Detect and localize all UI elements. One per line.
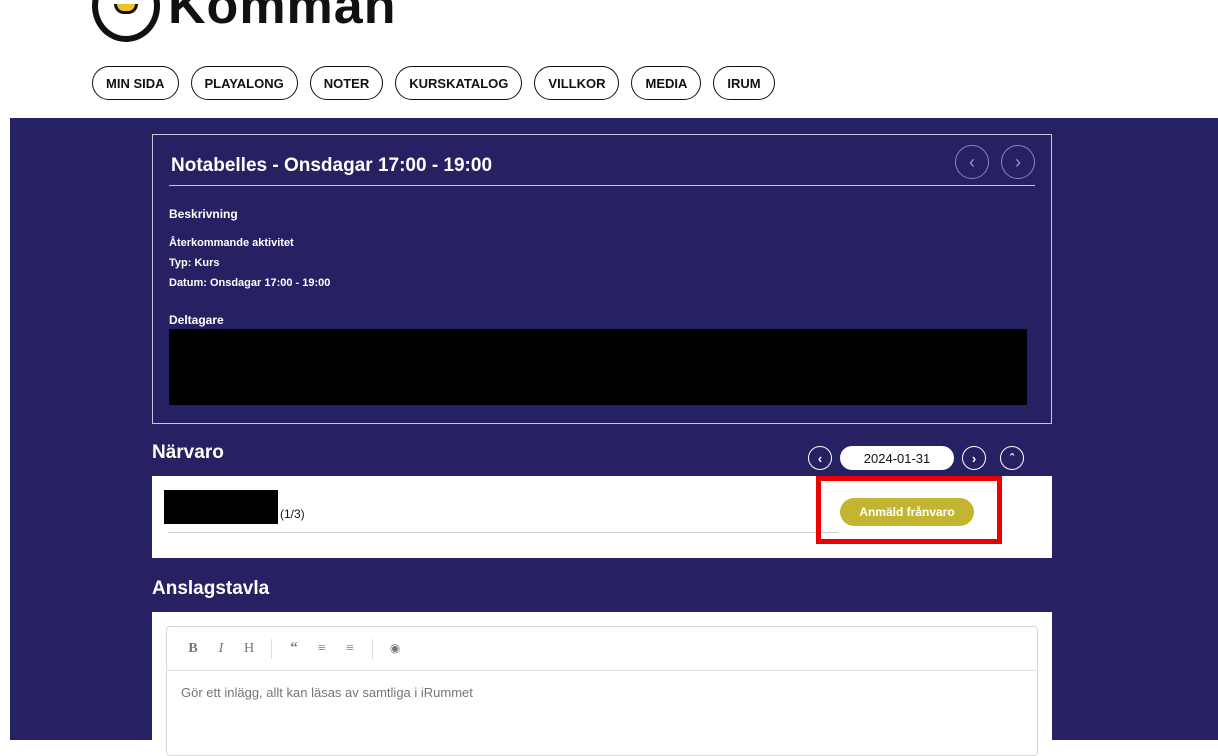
date-display[interactable]: 2024-01-31 xyxy=(840,446,954,470)
collapse-icon[interactable]: ˆ xyxy=(1000,446,1024,470)
participant-name-redacted xyxy=(164,490,278,524)
attendance-divider xyxy=(168,532,838,533)
chevron-right-icon[interactable]: › xyxy=(1001,145,1035,179)
event-nav: ‹ › xyxy=(955,145,1035,179)
editor-toolbar: B I H “ ≡ ≡ ◉ xyxy=(167,627,1037,671)
description-label: Beskrivning xyxy=(169,207,238,221)
post-input[interactable] xyxy=(167,671,1037,714)
recurring-text: Återkommande aktivitet xyxy=(169,237,294,249)
card-divider xyxy=(169,185,1035,186)
event-title: Notabelles - Onsdagar 17:00 - 19:00 xyxy=(171,155,493,176)
nav-noter[interactable]: NOTER xyxy=(309,66,384,100)
heading-icon[interactable]: H xyxy=(237,637,261,661)
toolbar-separator xyxy=(372,638,373,659)
main-nav: MIN SIDA PLAYALONG NOTER KURSKATALOG VIL… xyxy=(92,66,775,100)
date-text: Datum: Onsdagar 17:00 - 19:00 xyxy=(169,277,331,289)
toolbar-separator xyxy=(271,638,272,659)
post-editor: B I H “ ≡ ≡ ◉ xyxy=(166,626,1038,756)
italic-icon[interactable]: I xyxy=(209,637,233,661)
report-absence-button[interactable]: Anmäld frånvaro xyxy=(840,498,974,526)
date-navigator: ‹ 2024-01-31 › ˆ xyxy=(808,446,1024,470)
main-content: Notabelles - Onsdagar 17:00 - 19:00 ‹ › … xyxy=(10,118,1218,756)
logo-icon[interactable] xyxy=(92,0,160,42)
numbered-list-icon[interactable]: ≡ xyxy=(338,637,362,661)
attendance-panel: (1/3) Anmäld frånvaro xyxy=(152,476,1052,558)
bold-icon[interactable]: B xyxy=(181,637,205,661)
event-card: Notabelles - Onsdagar 17:00 - 19:00 ‹ › … xyxy=(152,134,1052,424)
nav-irum[interactable]: IRUM xyxy=(713,66,775,100)
header: Komman MIN SIDA PLAYALONG NOTER KURSKATA… xyxy=(0,0,1218,118)
board-title: Anslagstavla xyxy=(152,578,270,599)
nav-villkor[interactable]: VILLKOR xyxy=(534,66,620,100)
type-text: Typ: Kurs xyxy=(169,257,220,269)
participants-label: Deltagare xyxy=(169,313,224,327)
preview-eye-icon[interactable]: ◉ xyxy=(383,637,407,661)
nav-media[interactable]: MEDIA xyxy=(631,66,702,100)
attendance-title: Närvaro xyxy=(152,442,224,463)
next-date-icon[interactable]: › xyxy=(962,446,986,470)
nav-min-sida[interactable]: MIN SIDA xyxy=(92,66,179,100)
nav-playalong[interactable]: PLAYALONG xyxy=(190,66,298,100)
prev-date-icon[interactable]: ‹ xyxy=(808,446,832,470)
board-panel: B I H “ ≡ ≡ ◉ xyxy=(152,612,1052,756)
bullet-list-icon[interactable]: ≡ xyxy=(310,637,334,661)
chevron-left-icon[interactable]: ‹ xyxy=(955,145,989,179)
quote-icon[interactable]: “ xyxy=(282,637,306,661)
nav-kurskatalog[interactable]: KURSKATALOG xyxy=(395,66,523,100)
participants-redacted xyxy=(169,329,1027,405)
attendance-count: (1/3) xyxy=(280,507,305,521)
logo-text[interactable]: Komman xyxy=(168,0,396,36)
